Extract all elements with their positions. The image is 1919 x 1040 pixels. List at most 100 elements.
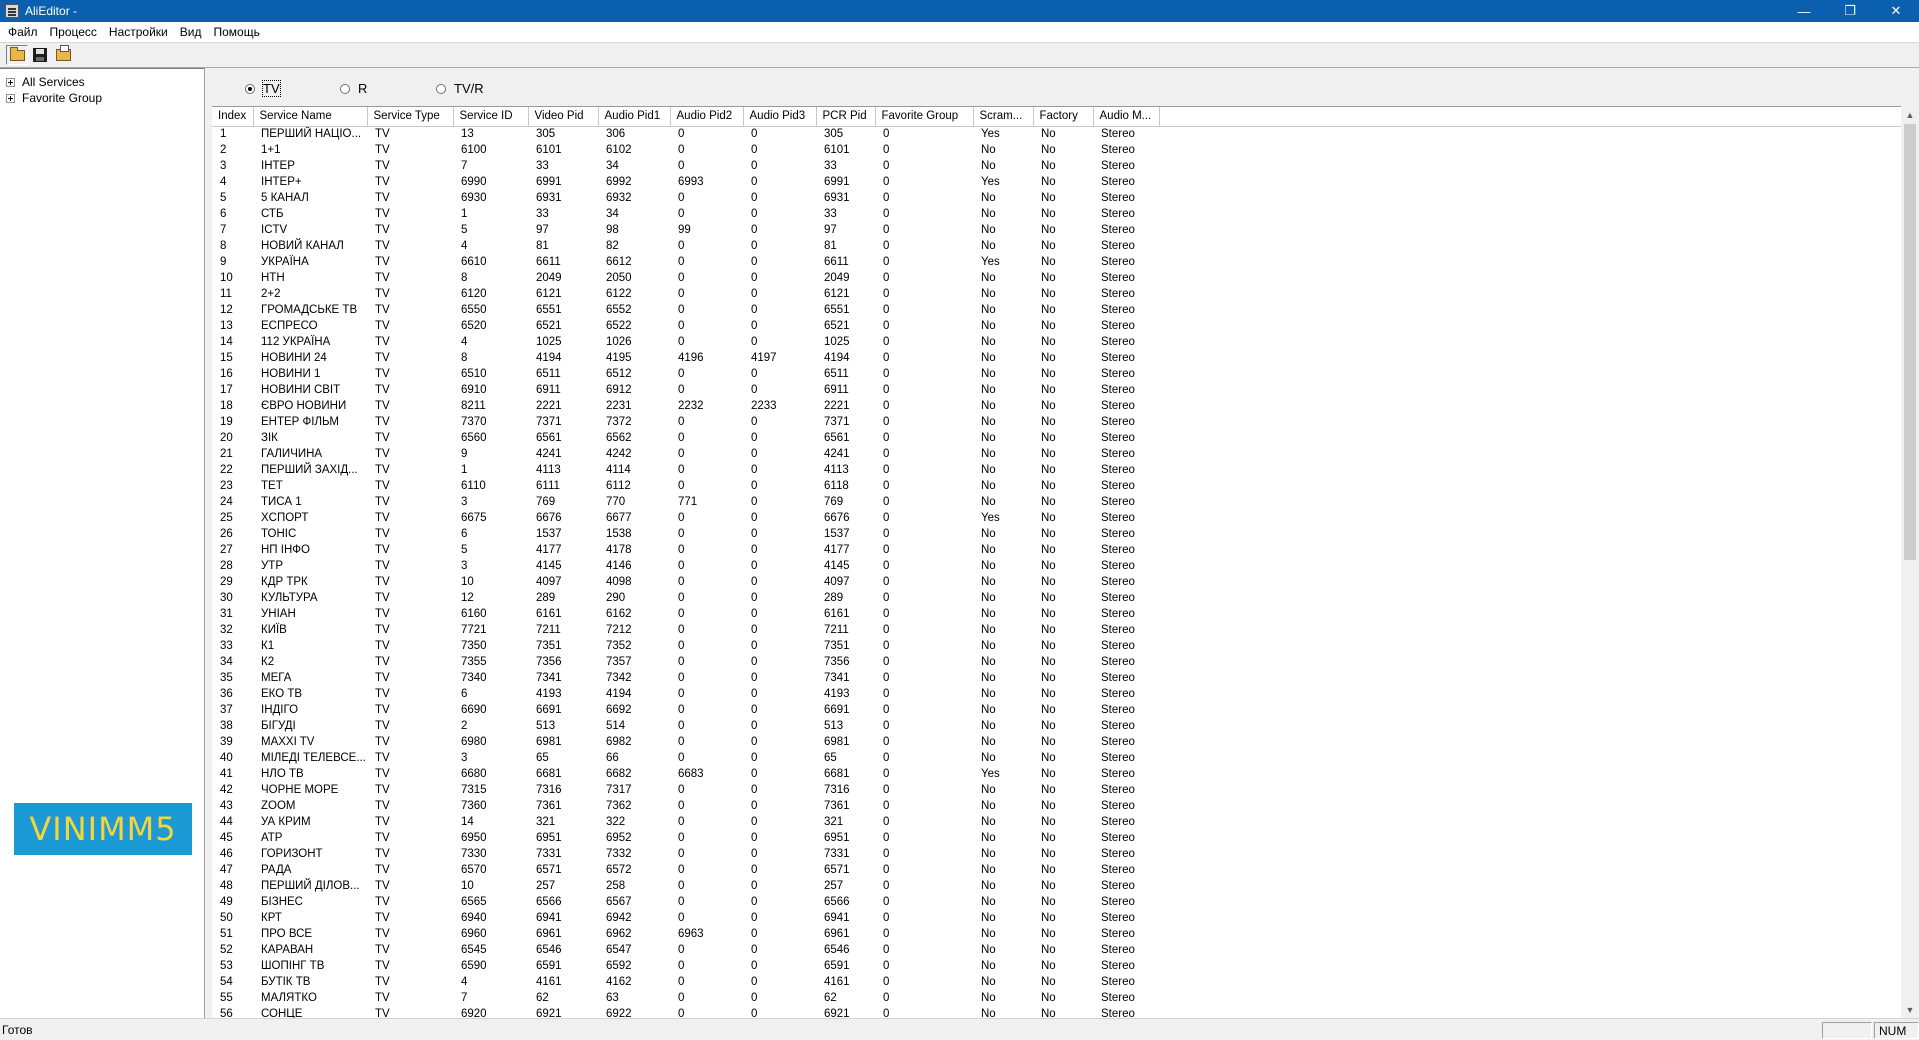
- table-row[interactable]: 17 НОВИНИ СВІТ TV 6910 6911 6912 0 0 6911 0 No No St…: [212, 382, 1901, 398]
- table-row[interactable]: 53 ШОПІНГ ТВ TV 6590 6591 6592 0 0 6591 0 No No Ster…: [212, 958, 1901, 974]
- table-row[interactable]: 51 ПРО ВСЕ TV 6960 6961 6962 6963 0 6961 0 No No Ste…: [212, 926, 1901, 942]
- table-row[interactable]: 56 СОНЦЕ TV 6920 6921 6922 0 0 6921 0 No No Stereo: [212, 1006, 1901, 1018]
- radio-tv[interactable]: TV: [245, 80, 281, 97]
- column-header[interactable]: Scram...: [973, 107, 1034, 127]
- table-row[interactable]: 54 БУТІК ТВ TV 4 4161 4162 0 0 4161 0 No No Stereo: [212, 974, 1901, 990]
- table-row[interactable]: 50 КРТ TV 6940 6941 6942 0 0 6941 0 No No Stereo: [212, 910, 1901, 926]
- restore-button[interactable]: ❐: [1827, 0, 1873, 22]
- table-row[interactable]: 27 НП ІНФО TV 5 4177 4178 0 0 4177 0 No No Stereo: [212, 542, 1901, 558]
- menu-file[interactable]: Файл: [2, 25, 44, 39]
- table-row[interactable]: 13 ЕСПРЕСО TV 6520 6521 6522 0 0 6521 0 No No Stereo: [212, 318, 1901, 334]
- table-row[interactable]: 36 ЕКО ТВ TV 6 4193 4194 0 0 4193 0 No No Stereo: [212, 686, 1901, 702]
- tree-item-favorite-group[interactable]: Favorite Group: [6, 90, 102, 106]
- radio-indicator[interactable]: [436, 83, 446, 94]
- table-row[interactable]: 32 КИЇВ TV 7721 7211 7212 0 0 7211 0 No No Stereo: [212, 622, 1901, 638]
- table-cell: 6110: [461, 480, 486, 492]
- radio-r[interactable]: R: [340, 81, 367, 96]
- column-header[interactable]: Service Name: [253, 107, 368, 127]
- table-row[interactable]: 19 ЕНТЕР ФІЛЬМ TV 7370 7371 7372 0 0 7371 0 No No St…: [212, 414, 1901, 430]
- table-row[interactable]: 14 112 УКРАЇНА TV 4 1025 1026 0 0 1025 0 No No Stere…: [212, 334, 1901, 350]
- table-row[interactable]: 15 НОВИНИ 24 TV 8 4194 4195 4196 4197 4194 0 No No S…: [212, 350, 1901, 366]
- table-row[interactable]: 29 КДР ТРК TV 10 4097 4098 0 0 4097 0 No No Stereo: [212, 574, 1901, 590]
- scroll-down-icon[interactable]: ▼: [1901, 1001, 1919, 1018]
- table-row[interactable]: 41 НЛО ТВ TV 6680 6681 6682 6683 0 6681 0 Yes No Ste…: [212, 766, 1901, 782]
- table-row[interactable]: 39 MAXXI TV TV 6980 6981 6982 0 0 6981 0 No No Stere…: [212, 734, 1901, 750]
- table-row[interactable]: 45 АТР TV 6950 6951 6952 0 0 6951 0 No No Stereo: [212, 830, 1901, 846]
- table-row[interactable]: 26 ТОНІС TV 6 1537 1538 0 0 1537 0 No No Stereo: [212, 526, 1901, 542]
- table-cell: 6941: [824, 912, 850, 924]
- minimize-button[interactable]: —: [1781, 0, 1827, 22]
- table-row[interactable]: 22 ПЕРШИЙ ЗАХІД... TV 1 4113 4114 0 0 4113 0 No No S…: [212, 462, 1901, 478]
- table-row[interactable]: 46 ГОРИЗОНТ TV 7330 7331 7332 0 0 7331 0 No No Stere…: [212, 846, 1901, 862]
- table-row[interactable]: 25 XСПОРТ TV 6675 6676 6677 0 0 6676 0 Yes No Stereo: [212, 510, 1901, 526]
- table-row[interactable]: 2 1+1 TV 6100 6101 6102 0 0 6101 0 No No Stereo: [212, 142, 1901, 158]
- table-row[interactable]: 21 ГАЛИЧИНА TV 9 4241 4242 0 0 4241 0 No No Stereo: [212, 446, 1901, 462]
- table-cell: 46: [220, 848, 233, 860]
- table-row[interactable]: 24 ТИСА 1 TV 3 769 770 771 0 769 0 No No Stereo: [212, 494, 1901, 510]
- close-button[interactable]: ✕: [1873, 0, 1919, 22]
- table-row[interactable]: 23 ТЕТ TV 6110 6111 6112 0 0 6118 0 No No Stereo: [212, 478, 1901, 494]
- column-header[interactable]: PCR Pid: [816, 107, 876, 127]
- column-header[interactable]: Video Pid: [528, 107, 599, 127]
- table-row[interactable]: 30 КУЛЬТУРА TV 12 289 290 0 0 289 0 No No Stereo: [212, 590, 1901, 606]
- expand-icon[interactable]: [6, 93, 15, 103]
- tree-item-all-services[interactable]: All Services: [6, 74, 85, 90]
- table-row[interactable]: 1 ПЕРШИЙ НАЦІО... TV 13 305 306 0 0 305 0 Yes No Ste…: [212, 126, 1901, 142]
- table-row[interactable]: 5 5 КАНАЛ TV 6930 6931 6932 0 0 6931 0 No No Stereo: [212, 190, 1901, 206]
- expand-icon[interactable]: [6, 77, 15, 87]
- table-cell: No: [1041, 304, 1056, 316]
- table-row[interactable]: 43 ZOOM TV 7360 7361 7362 0 0 7361 0 No No Stereo: [212, 798, 1901, 814]
- table-row[interactable]: 11 2+2 TV 6120 6121 6122 0 0 6121 0 No No Stereo: [212, 286, 1901, 302]
- table-row[interactable]: 44 УА КРИМ TV 14 321 322 0 0 321 0 No No Stereo: [212, 814, 1901, 830]
- menu-process[interactable]: Процесс: [44, 25, 103, 39]
- column-header[interactable]: Factory: [1033, 107, 1094, 127]
- table-row[interactable]: 20 ЗІК TV 6560 6561 6562 0 0 6561 0 No No Stereo: [212, 430, 1901, 446]
- table-cell: 6611: [824, 256, 849, 268]
- table-row[interactable]: 6 СТБ TV 1 33 34 0 0 33 0 No No Stereo: [212, 206, 1901, 222]
- table-row[interactable]: 8 НОВИЙ КАНАЛ TV 4 81 82 0 0 81 0 No No Stereo: [212, 238, 1901, 254]
- column-header[interactable]: Audio Pid3: [743, 107, 817, 127]
- table-row[interactable]: 12 ГРОМАДСЬКЕ ТВ TV 6550 6551 6552 0 0 6551 0 No No…: [212, 302, 1901, 318]
- table-row[interactable]: 34 К2 TV 7355 7356 7357 0 0 7356 0 No No Stereo: [212, 654, 1901, 670]
- table-row[interactable]: 42 ЧОРНЕ МОРЕ TV 7315 7316 7317 0 0 7316 0 No No Ste…: [212, 782, 1901, 798]
- scroll-up-icon[interactable]: ▲: [1901, 106, 1919, 123]
- column-header[interactable]: Index: [212, 107, 254, 127]
- table-row[interactable]: 35 МЕГА TV 7340 7341 7342 0 0 7341 0 No No Stereo: [212, 670, 1901, 686]
- table-row[interactable]: 18 ЄВРО НОВИНИ TV 8211 2221 2231 2232 2233 2221 0…: [212, 398, 1901, 414]
- table-row[interactable]: 33 К1 TV 7350 7351 7352 0 0 7351 0 No No Stereo: [212, 638, 1901, 654]
- table-row[interactable]: 10 НТН TV 8 2049 2050 0 0 2049 0 No No Stereo: [212, 270, 1901, 286]
- table-row[interactable]: 9 УКРАЇНА TV 6610 6611 6612 0 0 6611 0 Yes No Stereo: [212, 254, 1901, 270]
- scroll-thumb[interactable]: [1904, 124, 1916, 560]
- save-button[interactable]: [29, 45, 51, 65]
- table-row[interactable]: 38 БІГУДІ TV 2 513 514 0 0 513 0 No No Stereo: [212, 718, 1901, 734]
- table-row[interactable]: 28 УТР TV 3 4145 4146 0 0 4145 0 No No Stereo: [212, 558, 1901, 574]
- vertical-scrollbar[interactable]: ▲ ▼: [1901, 106, 1919, 1018]
- column-header[interactable]: Favorite Group: [875, 107, 974, 127]
- column-header[interactable]: Service ID: [453, 107, 529, 127]
- table-row[interactable]: 40 МІЛЕДІ ТЕЛЕВСЕ... TV 3 65 66 0 0 65 0 No No Stere…: [212, 750, 1901, 766]
- radio-indicator[interactable]: [245, 83, 255, 94]
- menu-help[interactable]: Помощь: [207, 25, 265, 39]
- column-header[interactable]: Service Type: [367, 107, 454, 127]
- table-row[interactable]: 3 ІНТЕР TV 7 33 34 0 0 33 0 No No Stereo: [212, 158, 1901, 174]
- table-cell: 0: [883, 928, 890, 940]
- table-row[interactable]: 49 БІЗНЕС TV 6565 6566 6567 0 0 6566 0 No No Stereo: [212, 894, 1901, 910]
- menu-settings[interactable]: Настройки: [103, 25, 174, 39]
- print-button[interactable]: [52, 45, 74, 65]
- table-row[interactable]: 47 РАДА TV 6570 6571 6572 0 0 6571 0 No No Stereo: [212, 862, 1901, 878]
- menu-view[interactable]: Вид: [174, 25, 208, 39]
- table-row[interactable]: 31 УНІАН TV 6160 6161 6162 0 0 6161 0 No No Stereo: [212, 606, 1901, 622]
- table-row[interactable]: 52 КАРАВАН TV 6545 6546 6547 0 0 6546 0 No No Stereo: [212, 942, 1901, 958]
- table-row[interactable]: 7 ICTV TV 5 97 98 99 0 97 0 No No Stereo: [212, 222, 1901, 238]
- table-row[interactable]: 55 МАЛЯТКО TV 7 62 63 0 0 62 0 No No Stereo: [212, 990, 1901, 1006]
- table-row[interactable]: 37 ІНДІГО TV 6690 6691 6692 0 0 6691 0 No No Stereo: [212, 702, 1901, 718]
- table-row[interactable]: 16 НОВИНИ 1 TV 6510 6511 6512 0 0 6511 0 No No Stere…: [212, 366, 1901, 382]
- column-header[interactable]: Audio Pid2: [670, 107, 744, 127]
- radio-tv-r[interactable]: TV/R: [436, 81, 484, 96]
- table-row[interactable]: 4 ІНТЕР+ TV 6990 6991 6992 6993 0 6991 0 Yes No Ster…: [212, 174, 1901, 190]
- column-header[interactable]: Audio Pid1: [598, 107, 671, 127]
- column-header[interactable]: Audio M...: [1093, 107, 1160, 127]
- open-button[interactable]: [6, 45, 28, 65]
- radio-indicator[interactable]: [340, 83, 350, 94]
- table-row[interactable]: 48 ПЕРШИЙ ДІЛОВ... TV 10 257 258 0 0 257 0 No No Ste…: [212, 878, 1901, 894]
